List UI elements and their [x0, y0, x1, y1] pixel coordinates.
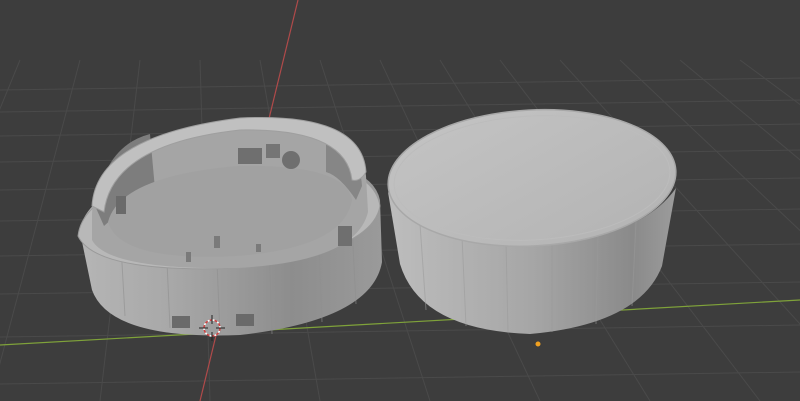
port-cutout	[116, 196, 126, 214]
origin-dot-icon	[534, 340, 542, 348]
viewport-canvas[interactable]	[0, 0, 800, 401]
port-cutout	[238, 148, 262, 164]
3d-viewport[interactable]	[0, 0, 800, 401]
enclosure-base[interactable]	[77, 116, 382, 336]
standoff	[256, 244, 261, 252]
enclosure-lid[interactable]	[385, 103, 680, 334]
port-cutout	[338, 226, 352, 246]
side-slot	[172, 316, 190, 328]
standoff	[214, 236, 220, 248]
port-cutout	[282, 151, 300, 169]
side-slot	[236, 314, 254, 326]
port-cutout	[266, 144, 280, 158]
standoff	[186, 252, 191, 262]
